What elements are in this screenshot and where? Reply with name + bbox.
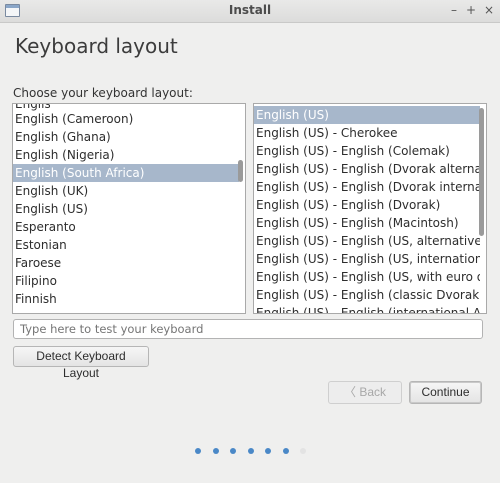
close-icon[interactable]: × xyxy=(481,2,497,18)
progress-dot xyxy=(195,448,201,454)
detect-layout-button[interactable]: Detect Keyboard Layout xyxy=(13,346,149,380)
continue-button[interactable]: Continue xyxy=(409,381,482,404)
variant-list-item[interactable]: English (US) - English (US, alternative … xyxy=(254,232,480,250)
layout-list-item[interactable]: Filipino xyxy=(13,272,239,290)
page-title: Keyboard layout xyxy=(15,34,178,58)
back-button[interactable]: 〈 Back xyxy=(328,381,402,404)
variant-list-scrollbar[interactable] xyxy=(479,108,484,236)
layout-list-item[interactable]: English (UK) xyxy=(13,182,239,200)
variant-list-item[interactable]: English (US) - English (classic Dvorak) xyxy=(254,286,480,304)
progress-dot xyxy=(265,448,271,454)
progress-dot xyxy=(230,448,236,454)
layout-list-item[interactable]: Esperanto xyxy=(13,218,239,236)
layout-list-item[interactable]: Faroese xyxy=(13,254,239,272)
variant-list-item[interactable]: English (US) xyxy=(254,106,480,124)
variant-list-item[interactable]: English (US) - English (US, internationa… xyxy=(254,250,480,268)
keyboard-test-input[interactable] xyxy=(13,319,483,339)
choose-layout-label: Choose your keyboard layout: xyxy=(13,86,193,100)
window-titlebar[interactable]: Install – + × xyxy=(0,0,500,23)
variant-list[interactable]: English (US) English (US) - Cherokee Engli… xyxy=(253,103,487,314)
layout-list-item[interactable]: Estonian xyxy=(13,236,239,254)
variant-list-item[interactable]: English (US) - English (Macintosh) xyxy=(254,214,480,232)
progress-dot xyxy=(212,448,219,454)
layout-list-item[interactable]: English (South Africa) xyxy=(13,164,239,182)
variant-list-item[interactable]: English (US) - English (Dvorak internati… xyxy=(254,178,480,196)
maximize-icon[interactable]: + xyxy=(463,2,479,18)
variant-list-item[interactable]: English (US) - English (Dvorak) xyxy=(254,196,480,214)
variant-list-item[interactable]: English (US) - English (US, with euro on… xyxy=(254,268,480,286)
progress-dot xyxy=(247,448,254,454)
progress-dot xyxy=(300,448,306,454)
layout-list-scrollbar[interactable] xyxy=(238,160,243,182)
variant-list-item[interactable]: English (US) - Cherokee xyxy=(254,124,480,142)
window-title: Install xyxy=(228,3,272,17)
layout-list-item[interactable]: English (Ghana) xyxy=(13,128,239,146)
minimize-icon[interactable]: – xyxy=(446,2,462,18)
variant-list-item[interactable]: English (US) - English (international Al… xyxy=(254,304,480,313)
layout-list-item[interactable]: Finnish xyxy=(13,290,239,308)
progress-dot xyxy=(282,448,289,454)
chevron-left-icon: 〈 xyxy=(343,385,356,399)
layout-list-item[interactable]: English (Cameroon) xyxy=(13,110,239,128)
layout-list-item[interactable]: English (Nigeria) xyxy=(13,146,239,164)
layout-list-item[interactable]: English (US) xyxy=(13,200,239,218)
back-button-label: Back xyxy=(359,385,387,399)
layout-list[interactable]: English English (Cameroon)English (Ghana… xyxy=(12,103,246,314)
variant-list-item[interactable]: English (US) - English (Colemak) xyxy=(254,142,480,160)
variant-list-item[interactable]: English (US) - English (Dvorak alternati… xyxy=(254,160,480,178)
